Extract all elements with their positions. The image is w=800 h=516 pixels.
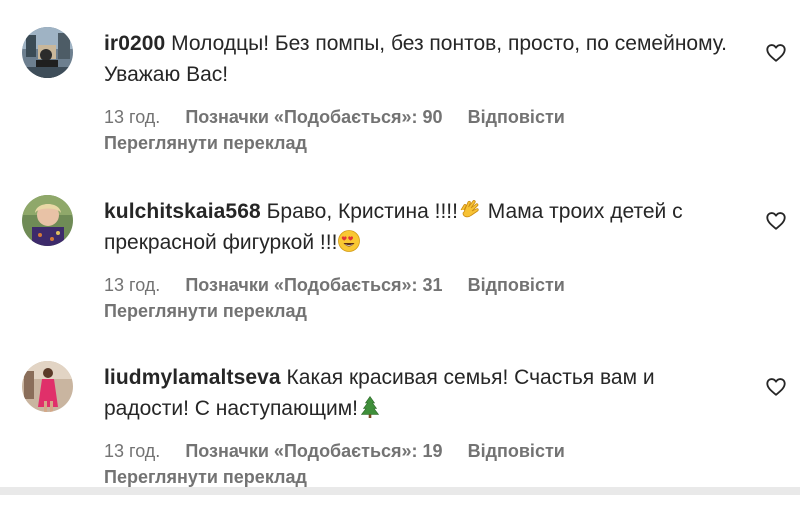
- comment-text: Молодцы! Без помпы, без понтов, просто, …: [104, 32, 728, 86]
- see-translation-button[interactable]: Переглянути переклад: [104, 466, 307, 488]
- likes-count-button[interactable]: Позначки «Подобається»: 19: [185, 441, 442, 461]
- avatar[interactable]: [22, 195, 73, 246]
- bottom-divider: [0, 487, 800, 495]
- comment-meta: 13 год. Позначки «Подобається»: 90 Відпо…: [104, 106, 565, 128]
- username-link[interactable]: ir0200: [104, 32, 165, 55]
- comment-item: kulchitskaia568 Браво, Кристина !!!! Мам…: [0, 190, 800, 350]
- likes-count-button[interactable]: Позначки «Подобається»: 31: [185, 275, 442, 295]
- comment-body: ir0200 Молодцы! Без помпы, без понтов, п…: [104, 28, 744, 90]
- username-link[interactable]: liudmylamaltseva: [104, 366, 281, 389]
- avatar-photo: [22, 361, 73, 412]
- avatar[interactable]: [22, 361, 73, 412]
- comment-body: kulchitskaia568 Браво, Кристина !!!! Мам…: [104, 196, 744, 258]
- likes-count-button[interactable]: Позначки «Подобається»: 90: [185, 107, 442, 127]
- timestamp[interactable]: 13 год.: [104, 441, 160, 461]
- timestamp[interactable]: 13 год.: [104, 275, 160, 295]
- see-translation-button[interactable]: Переглянути переклад: [104, 132, 307, 154]
- avatar[interactable]: [22, 27, 73, 78]
- comment-meta: 13 год. Позначки «Подобається»: 19 Відпо…: [104, 440, 565, 462]
- heart-eyes-emoji: [338, 230, 361, 252]
- clapping-hands-emoji: [460, 200, 479, 218]
- username-link[interactable]: kulchitskaia568: [104, 200, 261, 223]
- heart-icon[interactable]: [765, 210, 787, 232]
- avatar-photo: [22, 195, 73, 246]
- comment-text: Браво, Кристина !!!!: [266, 200, 458, 223]
- reply-button[interactable]: Відповісти: [468, 107, 565, 127]
- avatar-photo: [22, 27, 73, 78]
- comment-body: liudmylamaltseva Какая красивая семья! С…: [104, 362, 744, 424]
- comment-meta: 13 год. Позначки «Подобається»: 31 Відпо…: [104, 274, 565, 296]
- see-translation-button[interactable]: Переглянути переклад: [104, 300, 307, 322]
- heart-icon[interactable]: [765, 42, 787, 64]
- heart-icon[interactable]: [765, 376, 787, 398]
- timestamp[interactable]: 13 год.: [104, 107, 160, 127]
- comment-item: ir0200 Молодцы! Без помпы, без понтов, п…: [0, 22, 800, 182]
- christmas-tree-emoji: [360, 395, 380, 418]
- reply-button[interactable]: Відповісти: [468, 275, 565, 295]
- reply-button[interactable]: Відповісти: [468, 441, 565, 461]
